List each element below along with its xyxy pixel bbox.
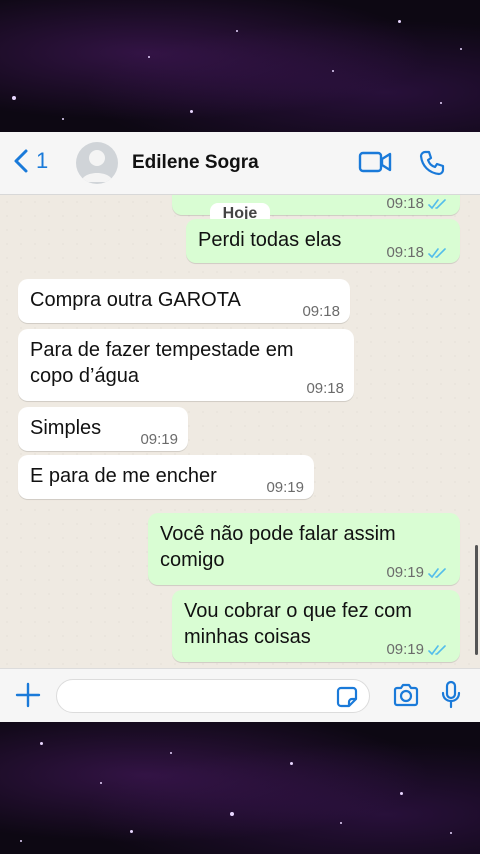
- star: [340, 822, 342, 824]
- message-text: Você não pode falar assim comigo: [160, 523, 396, 571]
- message-time: 09:19: [266, 479, 304, 496]
- message-bubble-incoming[interactable]: Simples 09:19: [18, 407, 188, 451]
- message-bubble-outgoing[interactable]: Você não pode falar assim comigo 09:19: [148, 513, 460, 585]
- star: [332, 70, 334, 72]
- star: [148, 56, 150, 58]
- message-bubble-incoming[interactable]: E para de me encher 09:19: [18, 455, 314, 499]
- background-top: [0, 0, 480, 132]
- star: [62, 118, 64, 120]
- message-bubble-outgoing[interactable]: Vou cobrar o que fez com minhas coisas 0…: [172, 590, 460, 662]
- background-bottom: [0, 722, 480, 854]
- read-ticks-icon: [428, 242, 448, 268]
- message-input[interactable]: [56, 679, 370, 713]
- voice-call-button[interactable]: [418, 149, 446, 182]
- message-time: 09:18: [306, 380, 344, 397]
- message-time: 09:18: [302, 303, 340, 320]
- microphone-button[interactable]: [440, 680, 462, 715]
- star: [400, 792, 403, 795]
- message-bubble-incoming[interactable]: Para de fazer tempestade em copo d’água …: [18, 329, 354, 401]
- message-list[interactable]: 09:18 Hoje Perdi todas elas 09:18 Compra…: [0, 195, 480, 667]
- star: [40, 742, 43, 745]
- avatar[interactable]: [76, 142, 118, 184]
- message-text: Compra outra GAROTA: [30, 289, 241, 311]
- message-time: 09:19: [386, 637, 448, 665]
- star: [100, 782, 102, 784]
- message-text: Vou cobrar o que fez com minhas coisas: [184, 600, 412, 648]
- composer-bar: [0, 668, 480, 722]
- chevron-left-icon: [14, 149, 28, 173]
- star: [130, 830, 133, 833]
- microphone-icon: [441, 680, 461, 709]
- unread-count: 1: [36, 148, 49, 173]
- sticker-icon: [336, 686, 358, 708]
- sticker-button[interactable]: [336, 686, 358, 713]
- video-camera-icon: [358, 151, 392, 173]
- message-time: 09:19: [386, 560, 448, 588]
- phone-icon: [419, 150, 445, 176]
- camera-button[interactable]: [392, 682, 420, 713]
- read-ticks-icon: [428, 562, 448, 588]
- star: [230, 812, 234, 816]
- chat-window: 1 Edilene Sogra 09:18 Hoje Perdi todas e…: [0, 132, 480, 722]
- attach-button[interactable]: [14, 681, 42, 714]
- star: [170, 752, 172, 754]
- star: [450, 832, 452, 834]
- star: [290, 762, 293, 765]
- message-time: 09:18: [386, 240, 448, 268]
- camera-icon: [393, 683, 419, 707]
- message-text: Perdi todas elas: [198, 229, 342, 251]
- star: [440, 102, 442, 104]
- read-ticks-icon: [428, 639, 448, 665]
- person-icon: [81, 150, 113, 182]
- message-text: Para de fazer tempestade em copo d’água: [30, 339, 294, 387]
- message-time: 09:18: [386, 195, 448, 219]
- message-time: 09:19: [140, 431, 178, 448]
- star: [236, 30, 238, 32]
- contact-name[interactable]: Edilene Sogra: [132, 152, 259, 174]
- message-text: Simples: [30, 417, 102, 439]
- plus-icon: [15, 682, 41, 708]
- message-bubble-outgoing[interactable]: Perdi todas elas 09:18: [186, 219, 460, 263]
- video-call-button[interactable]: [358, 149, 392, 180]
- back-button[interactable]: 1: [12, 148, 48, 174]
- star: [12, 96, 16, 100]
- star: [190, 110, 193, 113]
- message-text: E para de me encher: [30, 465, 217, 487]
- scrollbar[interactable]: [475, 545, 478, 655]
- read-ticks-icon: [428, 195, 448, 219]
- message-bubble-incoming[interactable]: Compra outra GAROTA 09:18: [18, 279, 350, 323]
- star: [20, 840, 22, 842]
- chat-header: 1 Edilene Sogra: [0, 132, 480, 195]
- star: [398, 20, 401, 23]
- star: [460, 48, 462, 50]
